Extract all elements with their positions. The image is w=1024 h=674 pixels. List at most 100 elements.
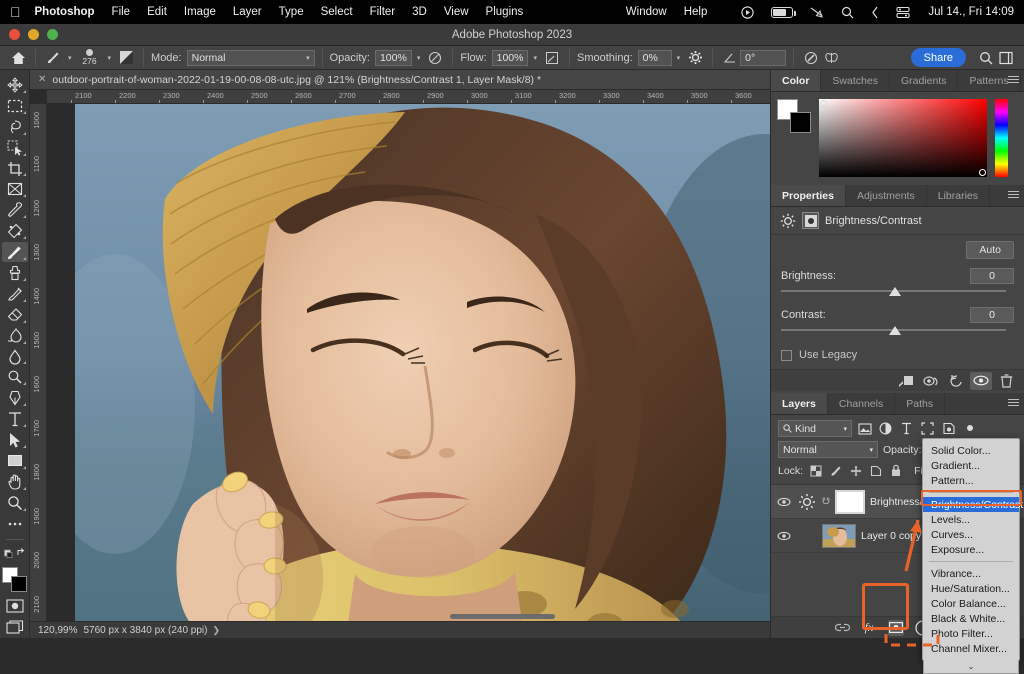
eye-icon[interactable]: [776, 497, 792, 507]
zoom-tool[interactable]: [2, 493, 28, 513]
tab-properties[interactable]: Properties: [771, 185, 846, 206]
flow-dropdown[interactable]: ▾: [528, 54, 542, 62]
pen-tool[interactable]: [2, 388, 28, 408]
pressure-opacity-icon[interactable]: [425, 48, 445, 68]
share-button[interactable]: Share: [911, 48, 966, 67]
toggle-layer-visibility-icon[interactable]: [970, 372, 992, 390]
filter-smart-object-icon[interactable]: [940, 420, 957, 437]
lock-position-icon[interactable]: [848, 463, 863, 478]
default-colors-and-swap-icon[interactable]: [2, 544, 28, 564]
use-legacy-row[interactable]: Use Legacy: [781, 346, 1014, 367]
filter-type-icon[interactable]: [898, 420, 915, 437]
quick-mask-mode-icon[interactable]: [2, 596, 28, 616]
slider-thumb[interactable]: [889, 287, 901, 296]
menu-image[interactable]: Image: [184, 6, 216, 18]
workspace-icon[interactable]: [996, 48, 1016, 68]
menu-item-brightness-contrast[interactable]: Brightness/Contrast...: [923, 497, 1019, 512]
document-image[interactable]: [75, 104, 770, 621]
tab-adjustments[interactable]: Adjustments: [846, 185, 927, 206]
color-panel-swatches[interactable]: [777, 99, 811, 133]
menu-item-hue-saturation[interactable]: Hue/Saturation...: [923, 581, 1019, 596]
menu-item-vibrance[interactable]: Vibrance...: [923, 566, 1019, 581]
brush-preset-dropdown[interactable]: ▾: [63, 54, 77, 62]
menu-3d[interactable]: 3D: [412, 6, 427, 18]
new-adjustment-layer-menu[interactable]: Solid Color...Gradient...Pattern...Brigh…: [922, 438, 1020, 661]
eraser-tool[interactable]: [2, 305, 28, 325]
brush-size-dropdown[interactable]: ▾: [103, 54, 117, 62]
lock-transparent-pixels-icon[interactable]: [808, 463, 823, 478]
color-field[interactable]: [819, 99, 987, 177]
battery-icon[interactable]: [771, 7, 793, 18]
panel-menu-icon[interactable]: [1008, 191, 1019, 200]
tab-swatches[interactable]: Swatches: [821, 70, 890, 91]
menu-window[interactable]: Window: [626, 6, 667, 18]
path-selection-tool[interactable]: [2, 430, 28, 450]
menu-file[interactable]: File: [112, 6, 131, 18]
hue-slider[interactable]: [995, 99, 1008, 177]
brush-settings-icon[interactable]: [116, 48, 136, 68]
background-color-swatch[interactable]: [790, 112, 811, 133]
menu-item-exposure[interactable]: Exposure...: [923, 542, 1019, 557]
layer-style-fx-icon[interactable]: fx: [861, 620, 877, 636]
contrast-value[interactable]: 0: [970, 307, 1014, 323]
layer-thumbnail[interactable]: [822, 524, 856, 548]
link-layers-icon[interactable]: [834, 620, 850, 636]
menu-item-solid-color[interactable]: Solid Color...: [923, 443, 1019, 458]
panel-menu-icon[interactable]: [1008, 399, 1019, 408]
search-icon[interactable]: [976, 48, 996, 68]
menu-item-levels[interactable]: Levels...: [923, 512, 1019, 527]
control-center-play-icon[interactable]: [741, 6, 754, 19]
tab-color[interactable]: Color: [771, 70, 821, 91]
menu-item-color-balance[interactable]: Color Balance...: [923, 596, 1019, 611]
menu-item-gradient[interactable]: Gradient...: [923, 458, 1019, 473]
lock-artboard-icon[interactable]: [868, 463, 883, 478]
opacity-input[interactable]: 100%: [375, 50, 412, 66]
frame-tool[interactable]: [2, 179, 28, 199]
document-tab[interactable]: ✕ outdoor-portrait-of-woman-2022-01-19-0…: [30, 70, 770, 90]
brush-tool[interactable]: [2, 242, 28, 262]
clone-stamp-tool[interactable]: [2, 263, 28, 283]
menu-type[interactable]: Type: [279, 6, 304, 18]
hand-tool[interactable]: [2, 472, 28, 492]
history-brush-tool[interactable]: [2, 284, 28, 304]
menu-edit[interactable]: Edit: [147, 6, 167, 18]
filter-toggle-icon[interactable]: [961, 420, 978, 437]
smoothing-input[interactable]: 0%: [638, 50, 672, 66]
tab-libraries[interactable]: Libraries: [927, 185, 990, 206]
edit-toolbar-tool[interactable]: [2, 514, 28, 534]
foreground-background-color-swatch[interactable]: [2, 567, 28, 592]
zoom-level[interactable]: 120,99%: [32, 625, 83, 636]
tab-gradients[interactable]: Gradients: [890, 70, 959, 91]
layer-blend-mode-select[interactable]: Normal ▾: [778, 441, 878, 458]
delete-adjustment-layer-icon[interactable]: [995, 372, 1017, 390]
filter-pixel-icon[interactable]: [856, 420, 873, 437]
smoothing-dropdown[interactable]: ▾: [672, 54, 686, 62]
menu-bar-clock[interactable]: Jul 14., Fri 14:09: [928, 6, 1014, 18]
adjustment-layer-thumbnail[interactable]: [797, 492, 817, 512]
slider-thumb[interactable]: [889, 326, 901, 335]
panel-menu-icon[interactable]: [1008, 76, 1019, 85]
spot-healing-brush-tool[interactable]: [2, 221, 28, 241]
eyedropper-tool[interactable]: [2, 200, 28, 220]
menu-help[interactable]: Help: [684, 6, 708, 18]
move-tool[interactable]: [2, 75, 28, 95]
canvas-viewport[interactable]: [47, 104, 770, 621]
clip-to-layer-icon[interactable]: [895, 372, 917, 390]
flow-input[interactable]: 100%: [492, 50, 529, 66]
opacity-dropdown[interactable]: ▾: [412, 54, 426, 62]
menu-item-photo-filter[interactable]: Photo Filter...: [923, 626, 1019, 641]
brightness-slider[interactable]: [781, 287, 1014, 300]
lasso-tool[interactable]: [2, 117, 28, 137]
spotlight-search-icon[interactable]: [841, 6, 854, 19]
object-selection-tool[interactable]: [2, 138, 28, 158]
tab-paths[interactable]: Paths: [895, 393, 945, 414]
use-legacy-checkbox[interactable]: [781, 350, 792, 361]
reset-adjustment-icon[interactable]: [945, 372, 967, 390]
menu-view[interactable]: View: [444, 6, 469, 18]
layer-mask-thumbnail[interactable]: [835, 490, 865, 514]
menu-plugins[interactable]: Plugins: [486, 6, 524, 18]
control-center-icon[interactable]: [896, 6, 910, 19]
add-layer-mask-icon[interactable]: [888, 620, 904, 636]
status-expand-icon[interactable]: ❯: [212, 625, 220, 636]
home-icon[interactable]: [8, 48, 28, 68]
